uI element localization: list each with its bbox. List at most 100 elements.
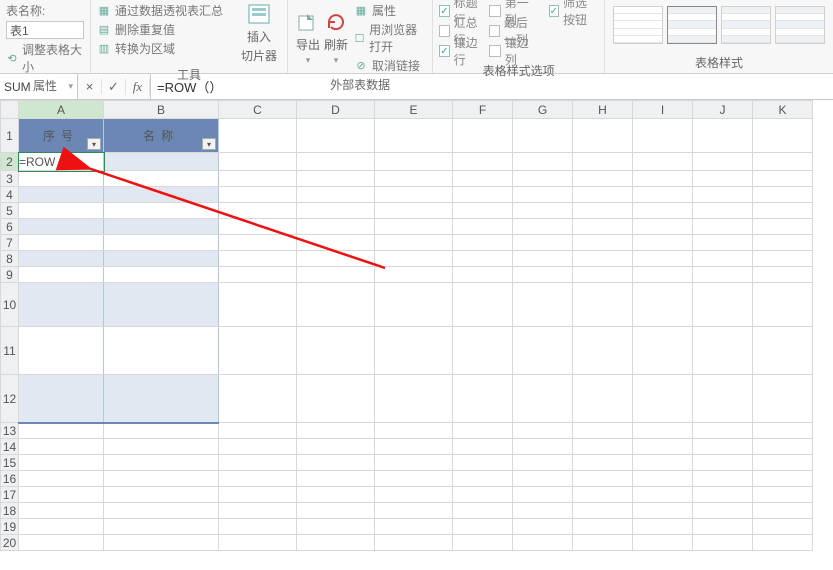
cell-D15[interactable] [297,455,375,471]
cell-J1[interactable] [693,119,753,153]
cell-E11[interactable] [375,327,453,375]
cell-B12[interactable] [104,375,219,423]
cell-D18[interactable] [297,503,375,519]
cell-D20[interactable] [297,535,375,551]
cell-F14[interactable] [453,439,513,455]
cell-G7[interactable] [513,235,573,251]
cell-H8[interactable] [573,251,633,267]
cell-A1[interactable]: 序号▾ [19,119,104,153]
cell-C2[interactable] [219,153,297,171]
refresh-button[interactable]: 刷新 ▾ [322,2,350,74]
cell-H6[interactable] [573,219,633,235]
cell-K1[interactable] [753,119,813,153]
cell-A14[interactable] [19,439,104,455]
select-all-corner[interactable] [1,101,19,119]
cell-A19[interactable] [19,519,104,535]
cell-G11[interactable] [513,327,573,375]
row-header-11[interactable]: 11 [1,327,19,375]
cell-E14[interactable] [375,439,453,455]
row-header-5[interactable]: 5 [1,203,19,219]
cell-F8[interactable] [453,251,513,267]
chk-filter-button[interactable]: ✓筛选按钮 [549,2,598,20]
cell-K17[interactable] [753,487,813,503]
cell-H7[interactable] [573,235,633,251]
cell-E2[interactable] [375,153,453,171]
cell-B1[interactable]: 名称▾ [104,119,219,153]
cell-K19[interactable] [753,519,813,535]
cell-A2[interactable]: =ROW（） [19,153,104,171]
cell-E5[interactable] [375,203,453,219]
cell-E18[interactable] [375,503,453,519]
cell-I1[interactable] [633,119,693,153]
cell-H10[interactable] [573,283,633,327]
col-header-D[interactable]: D [297,101,375,119]
cell-H12[interactable] [573,375,633,423]
cell-B6[interactable] [104,219,219,235]
cell-I7[interactable] [633,235,693,251]
cell-G18[interactable] [513,503,573,519]
cell-D19[interactable] [297,519,375,535]
cell-K7[interactable] [753,235,813,251]
cell-A12[interactable] [19,375,104,423]
cell-H20[interactable] [573,535,633,551]
cell-J13[interactable] [693,423,753,439]
cell-E1[interactable] [375,119,453,153]
cell-I12[interactable] [633,375,693,423]
cell-J5[interactable] [693,203,753,219]
cell-K4[interactable] [753,187,813,203]
cell-G8[interactable] [513,251,573,267]
cell-G4[interactable] [513,187,573,203]
pivot-summary-button[interactable]: ▦ 通过数据透视表汇总 [97,2,237,19]
cell-G16[interactable] [513,471,573,487]
cell-J12[interactable] [693,375,753,423]
cell-H5[interactable] [573,203,633,219]
cell-A16[interactable] [19,471,104,487]
cell-C17[interactable] [219,487,297,503]
cell-K10[interactable] [753,283,813,327]
cell-B13[interactable] [104,423,219,439]
cell-F18[interactable] [453,503,513,519]
cell-J10[interactable] [693,283,753,327]
cell-G9[interactable] [513,267,573,283]
cell-G1[interactable] [513,119,573,153]
cell-F15[interactable] [453,455,513,471]
table-style-thumb[interactable] [721,6,771,44]
cell-H16[interactable] [573,471,633,487]
row-header-4[interactable]: 4 [1,187,19,203]
cell-J20[interactable] [693,535,753,551]
cell-B9[interactable] [104,267,219,283]
cell-J16[interactable] [693,471,753,487]
cell-F4[interactable] [453,187,513,203]
cell-I6[interactable] [633,219,693,235]
cell-F1[interactable] [453,119,513,153]
cell-F5[interactable] [453,203,513,219]
cell-H18[interactable] [573,503,633,519]
row-header-20[interactable]: 20 [1,535,19,551]
open-in-browser-button[interactable]: ☐ 用浏览器打开 [354,21,426,55]
cell-J9[interactable] [693,267,753,283]
cell-J7[interactable] [693,235,753,251]
cell-F3[interactable] [453,171,513,187]
cell-B20[interactable] [104,535,219,551]
cell-F19[interactable] [453,519,513,535]
cell-C16[interactable] [219,471,297,487]
cell-K6[interactable] [753,219,813,235]
cell-K9[interactable] [753,267,813,283]
cell-C10[interactable] [219,283,297,327]
col-header-A[interactable]: A [19,101,104,119]
cell-J19[interactable] [693,519,753,535]
row-header-1[interactable]: 1 [1,119,19,153]
cell-E4[interactable] [375,187,453,203]
col-header-C[interactable]: C [219,101,297,119]
cell-H14[interactable] [573,439,633,455]
cell-J14[interactable] [693,439,753,455]
cell-E7[interactable] [375,235,453,251]
cell-G14[interactable] [513,439,573,455]
cell-I5[interactable] [633,203,693,219]
cell-B7[interactable] [104,235,219,251]
cell-F10[interactable] [453,283,513,327]
row-header-15[interactable]: 15 [1,455,19,471]
cell-D10[interactable] [297,283,375,327]
filter-button-A[interactable]: ▾ [87,138,101,150]
row-header-10[interactable]: 10 [1,283,19,327]
